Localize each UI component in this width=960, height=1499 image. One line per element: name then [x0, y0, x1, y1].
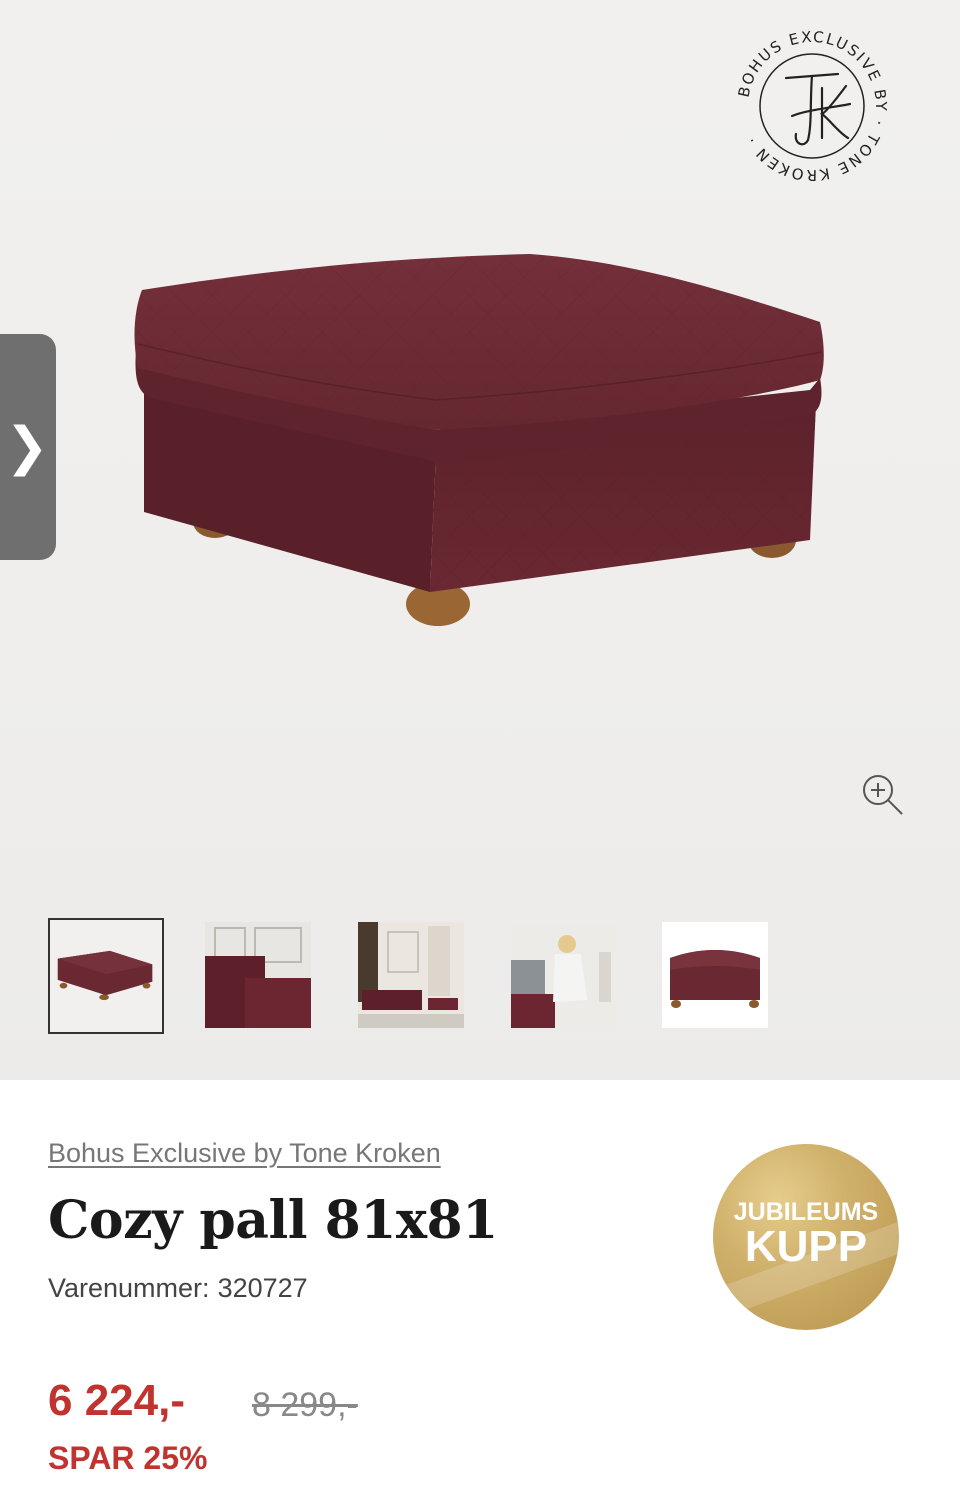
thumbnail-ottoman-front[interactable]: [662, 922, 768, 1028]
thumbnail-ottoman[interactable]: [48, 918, 164, 1034]
thumbnail-sofa-closeup[interactable]: [205, 922, 311, 1028]
brand-link[interactable]: Bohus Exclusive by Tone Kroken: [48, 1138, 441, 1169]
jubileums-kupp-badge: JUBILEUMS KUPP: [713, 1144, 899, 1330]
sku-label: Varenummer:: [48, 1273, 210, 1303]
product-gallery: ❯ BOHUS EXCLUSIVE BY · TONE KROKEN ·: [0, 0, 960, 1080]
zoom-in-icon[interactable]: [858, 770, 906, 818]
chevron-right-icon: ❯: [5, 417, 49, 477]
current-price: 6 224,-: [48, 1376, 185, 1425]
savings-label: SPAR 25%: [48, 1440, 208, 1476]
thumbnail-living-room[interactable]: [358, 922, 464, 1028]
sku-value: 320727: [217, 1273, 308, 1303]
product-title: Cozy pall 81x81: [48, 1190, 498, 1251]
brand-seal-logo: BOHUS EXCLUSIVE BY · TONE KROKEN ·: [735, 28, 891, 184]
thumbnail-person-sitting[interactable]: [511, 922, 617, 1028]
svg-text:BOHUS EXCLUSIVE BY · TONE KROK: BOHUS EXCLUSIVE BY · TONE KROKEN ·: [735, 28, 891, 184]
badge-line-2: KUPP: [744, 1222, 868, 1271]
original-price: 8 299,-: [252, 1386, 358, 1424]
sku-line: Varenummer: 320727: [48, 1273, 308, 1304]
product-image-ottoman: [134, 254, 824, 626]
product-info: Bohus Exclusive by Tone Kroken Cozy pall…: [0, 1080, 960, 1499]
thumbnail-strip: [0, 918, 960, 1034]
gallery-nav-button[interactable]: ❯: [0, 334, 56, 560]
